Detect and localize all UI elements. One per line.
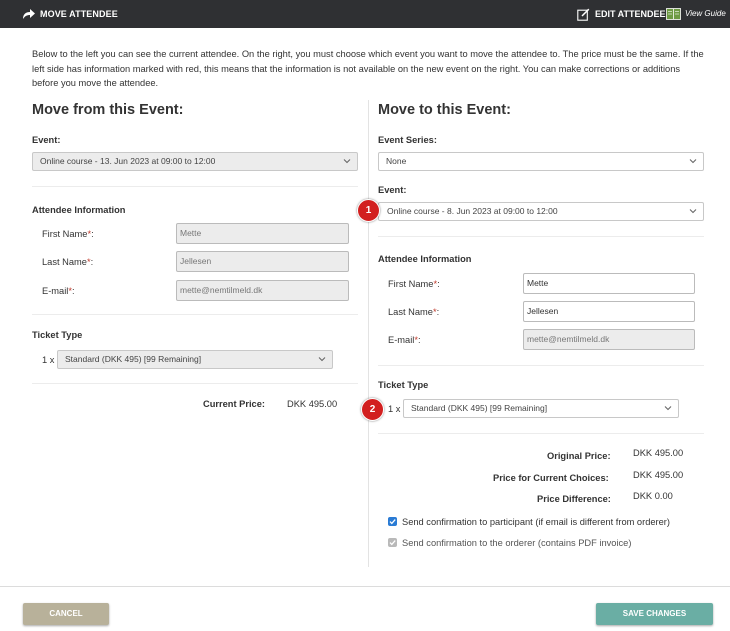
left-event-value: Online course - 13. Jun 2023 at 09:00 to… — [40, 156, 216, 166]
edit-icon[interactable] — [577, 8, 590, 21]
right-event-value: Online course - 8. Jun 2023 at 09:00 to … — [387, 206, 558, 216]
left-heading: Move from this Event: — [32, 102, 184, 118]
current-choices-price-value: DKK 495.00 — [633, 470, 684, 480]
chevron-down-icon — [664, 406, 672, 411]
right-email-field: mette@nemtilmeld.dk — [523, 329, 695, 350]
chevron-down-icon — [343, 159, 351, 164]
divider — [378, 433, 704, 434]
check-icon — [389, 540, 396, 546]
step-badge-2: 2 — [361, 398, 384, 421]
title-bar: MOVE ATTENDEE EDIT ATTENDEE View Guide — [0, 0, 730, 28]
check-icon — [389, 519, 396, 525]
save-changes-button[interactable]: SAVE CHANGES — [596, 603, 713, 625]
right-ticket-select[interactable]: Standard (DKK 495) [99 Remaining] — [403, 399, 679, 418]
event-series-select[interactable]: None — [378, 152, 704, 171]
column-divider — [368, 100, 369, 567]
guide-book-icon[interactable] — [666, 8, 681, 20]
price-difference-value: DKK 0.00 — [633, 491, 673, 501]
left-event-label: Event: — [32, 135, 61, 145]
price-difference-label: Price Difference: — [537, 494, 611, 504]
right-ticket-value: Standard (DKK 495) [99 Remaining] — [411, 403, 548, 413]
left-event-select[interactable]: Online course - 13. Jun 2023 at 09:00 to… — [32, 152, 358, 171]
current-price-value: DKK 495.00 — [287, 399, 338, 409]
right-ticket-qty: 1 x — [388, 404, 401, 414]
left-ticket-select[interactable]: Standard (DKK 495) [99 Remaining] — [57, 350, 333, 369]
left-first-name-label: First Name*: — [42, 229, 94, 239]
right-event-select[interactable]: Online course - 8. Jun 2023 at 09:00 to … — [378, 202, 704, 221]
footer-divider — [0, 586, 730, 587]
original-price-label: Original Price: — [547, 451, 611, 461]
page-title: MOVE ATTENDEE — [40, 9, 118, 19]
view-guide-link[interactable]: View Guide — [685, 9, 726, 18]
divider — [378, 236, 704, 237]
event-series-label: Event Series: — [378, 135, 437, 145]
left-ticket-heading: Ticket Type — [32, 330, 83, 340]
cancel-button[interactable]: CANCEL — [23, 603, 109, 625]
left-last-name-field: Jellesen — [176, 251, 349, 272]
left-last-name-label: Last Name*: — [42, 257, 94, 267]
right-attendee-heading: Attendee Information — [378, 254, 472, 264]
left-attendee-heading: Attendee Information — [32, 205, 126, 215]
original-price-value: DKK 495.00 — [633, 448, 684, 458]
current-price-label: Current Price: — [203, 399, 265, 409]
right-last-name-label: Last Name*: — [388, 307, 440, 317]
confirm-participant-checkbox[interactable] — [388, 517, 397, 526]
divider — [378, 365, 704, 366]
left-first-name-field: Mette — [176, 223, 349, 244]
chevron-down-icon — [689, 209, 697, 214]
chevron-down-icon — [689, 159, 697, 164]
divider — [32, 314, 358, 315]
divider — [32, 186, 358, 187]
left-email-field: mette@nemtilmeld.dk — [176, 280, 349, 301]
left-ticket-value: Standard (DKK 495) [99 Remaining] — [65, 354, 202, 364]
share-arrow-icon[interactable] — [20, 6, 36, 22]
right-ticket-heading: Ticket Type — [378, 380, 429, 390]
divider — [32, 383, 358, 384]
right-last-name-field[interactable]: Jellesen — [523, 301, 695, 322]
chevron-down-icon — [318, 357, 326, 362]
step-badge-1: 1 — [357, 199, 380, 222]
right-event-label: Event: — [378, 185, 407, 195]
confirm-participant-label[interactable]: Send confirmation to participant (if ema… — [402, 517, 670, 527]
edit-attendee-link[interactable]: EDIT ATTENDEE — [595, 9, 666, 19]
intro-text: Below to the left you can see the curren… — [32, 49, 704, 88]
right-heading: Move to this Event: — [378, 102, 511, 118]
right-email-label: E-mail*: — [388, 335, 421, 345]
left-ticket-qty: 1 x — [42, 355, 55, 365]
left-email-label: E-mail*: — [42, 286, 75, 296]
current-choices-price-label: Price for Current Choices: — [493, 473, 609, 483]
right-first-name-field[interactable]: Mette — [523, 273, 695, 294]
confirm-orderer-checkbox — [388, 538, 397, 547]
right-first-name-label: First Name*: — [388, 279, 440, 289]
event-series-value: None — [386, 156, 407, 166]
confirm-orderer-label: Send confirmation to the orderer (contai… — [402, 538, 632, 548]
